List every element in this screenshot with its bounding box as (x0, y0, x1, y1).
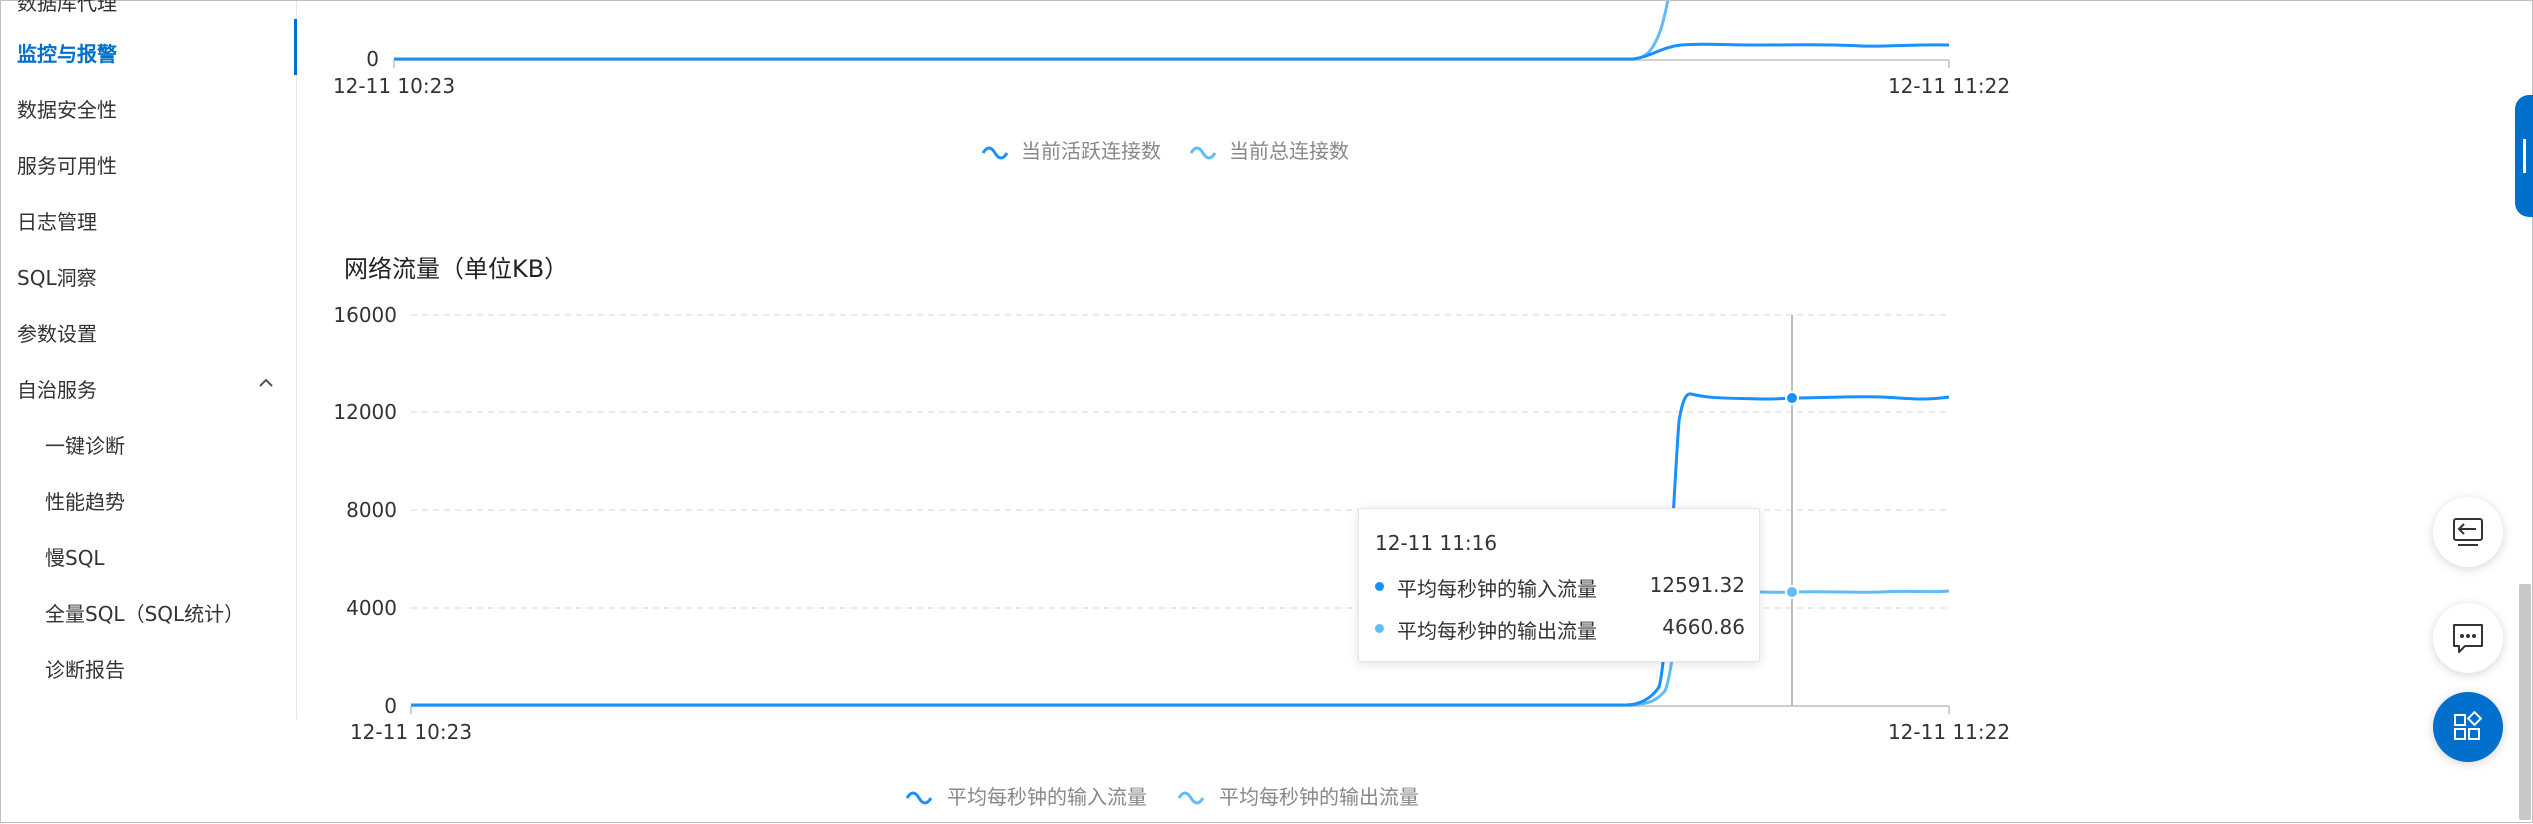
charts-canvas: 0 12-11 10:23 12-11 11:22 当前活跃连接数 当前总连接数 (333, 1, 2010, 809)
apps-grid-icon (2454, 710, 2483, 740)
legend-wave-icon (1189, 146, 1217, 160)
y-tick-label: 0 (384, 694, 397, 718)
x-tick-label: 12-11 11:22 (1888, 720, 2010, 744)
legend-item-output-traffic[interactable]: 平均每秒钟的输出流量 (1177, 785, 1419, 809)
legend-label: 当前活跃连接数 (1021, 139, 1161, 163)
tooltip-dot (1375, 582, 1384, 591)
y-tick-label: 0 (366, 47, 379, 71)
legend-item-active-connections[interactable]: 当前活跃连接数 (981, 139, 1161, 163)
screen-back-icon (2453, 518, 2483, 546)
tooltip-row-output: 平均每秒钟的输出流量 4660.86 (1375, 615, 1745, 643)
tooltip-time: 12-11 11:16 (1375, 531, 1498, 555)
x-tick-label: 12-11 10:23 (350, 720, 472, 744)
hover-point-input (1785, 391, 1799, 405)
connections-chart: 0 12-11 10:23 12-11 11:22 当前活跃连接数 当前总连接数 (333, 1, 2010, 163)
legend-label: 平均每秒钟的输入流量 (947, 785, 1147, 809)
apps-menu-button[interactable] (2433, 692, 2503, 762)
chat-bubble-icon (2453, 624, 2483, 653)
legend-label: 当前总连接数 (1229, 139, 1349, 163)
tooltip-series-name: 平均每秒钟的输出流量 (1397, 619, 1597, 643)
y-tick-label: 8000 (346, 498, 397, 522)
tooltip-series-value: 4660.86 (1662, 615, 1745, 639)
legend-wave-icon (981, 146, 1009, 160)
network-traffic-chart-title: 网络流量（单位KB） (344, 255, 569, 283)
app-window: 数据库代理 监控与报警 数据安全性 服务可用性 日志管理 SQL洞察 参数设置 … (0, 0, 2533, 823)
side-panel-toggle[interactable] (2515, 95, 2533, 217)
y-tick-label: 4000 (346, 596, 397, 620)
hover-point-output (1785, 585, 1799, 599)
legend-item-total-connections[interactable]: 当前总连接数 (1189, 139, 1349, 163)
x-tick-label: 12-11 11:22 (1888, 74, 2010, 98)
legend-wave-icon (1177, 791, 1205, 805)
chat-button[interactable] (2433, 603, 2503, 673)
series-line-total-connections (394, 1, 1670, 61)
chart-tooltip: 12-11 11:16 平均每秒钟的输入流量 12591.32 平均每秒钟的输出… (1358, 508, 1760, 662)
y-tick-label: 12000 (333, 400, 397, 424)
legend-wave-icon (905, 791, 933, 805)
tooltip-row-input: 平均每秒钟的输入流量 12591.32 (1375, 573, 1745, 601)
y-tick-label: 16000 (333, 303, 397, 327)
tooltip-series-name: 平均每秒钟的输入流量 (1397, 577, 1597, 601)
grip-icon (2523, 139, 2526, 173)
scrollbar-thumb[interactable] (2519, 584, 2531, 820)
tooltip-dot (1375, 624, 1384, 633)
legend-item-input-traffic[interactable]: 平均每秒钟的输入流量 (905, 785, 1147, 809)
tooltip-series-value: 12591.32 (1649, 573, 1745, 597)
x-tick-label: 12-11 10:23 (333, 74, 455, 98)
legend-label: 平均每秒钟的输出流量 (1219, 785, 1419, 809)
back-to-classic-button[interactable] (2433, 497, 2503, 567)
series-line-active-connections (394, 42, 1950, 61)
